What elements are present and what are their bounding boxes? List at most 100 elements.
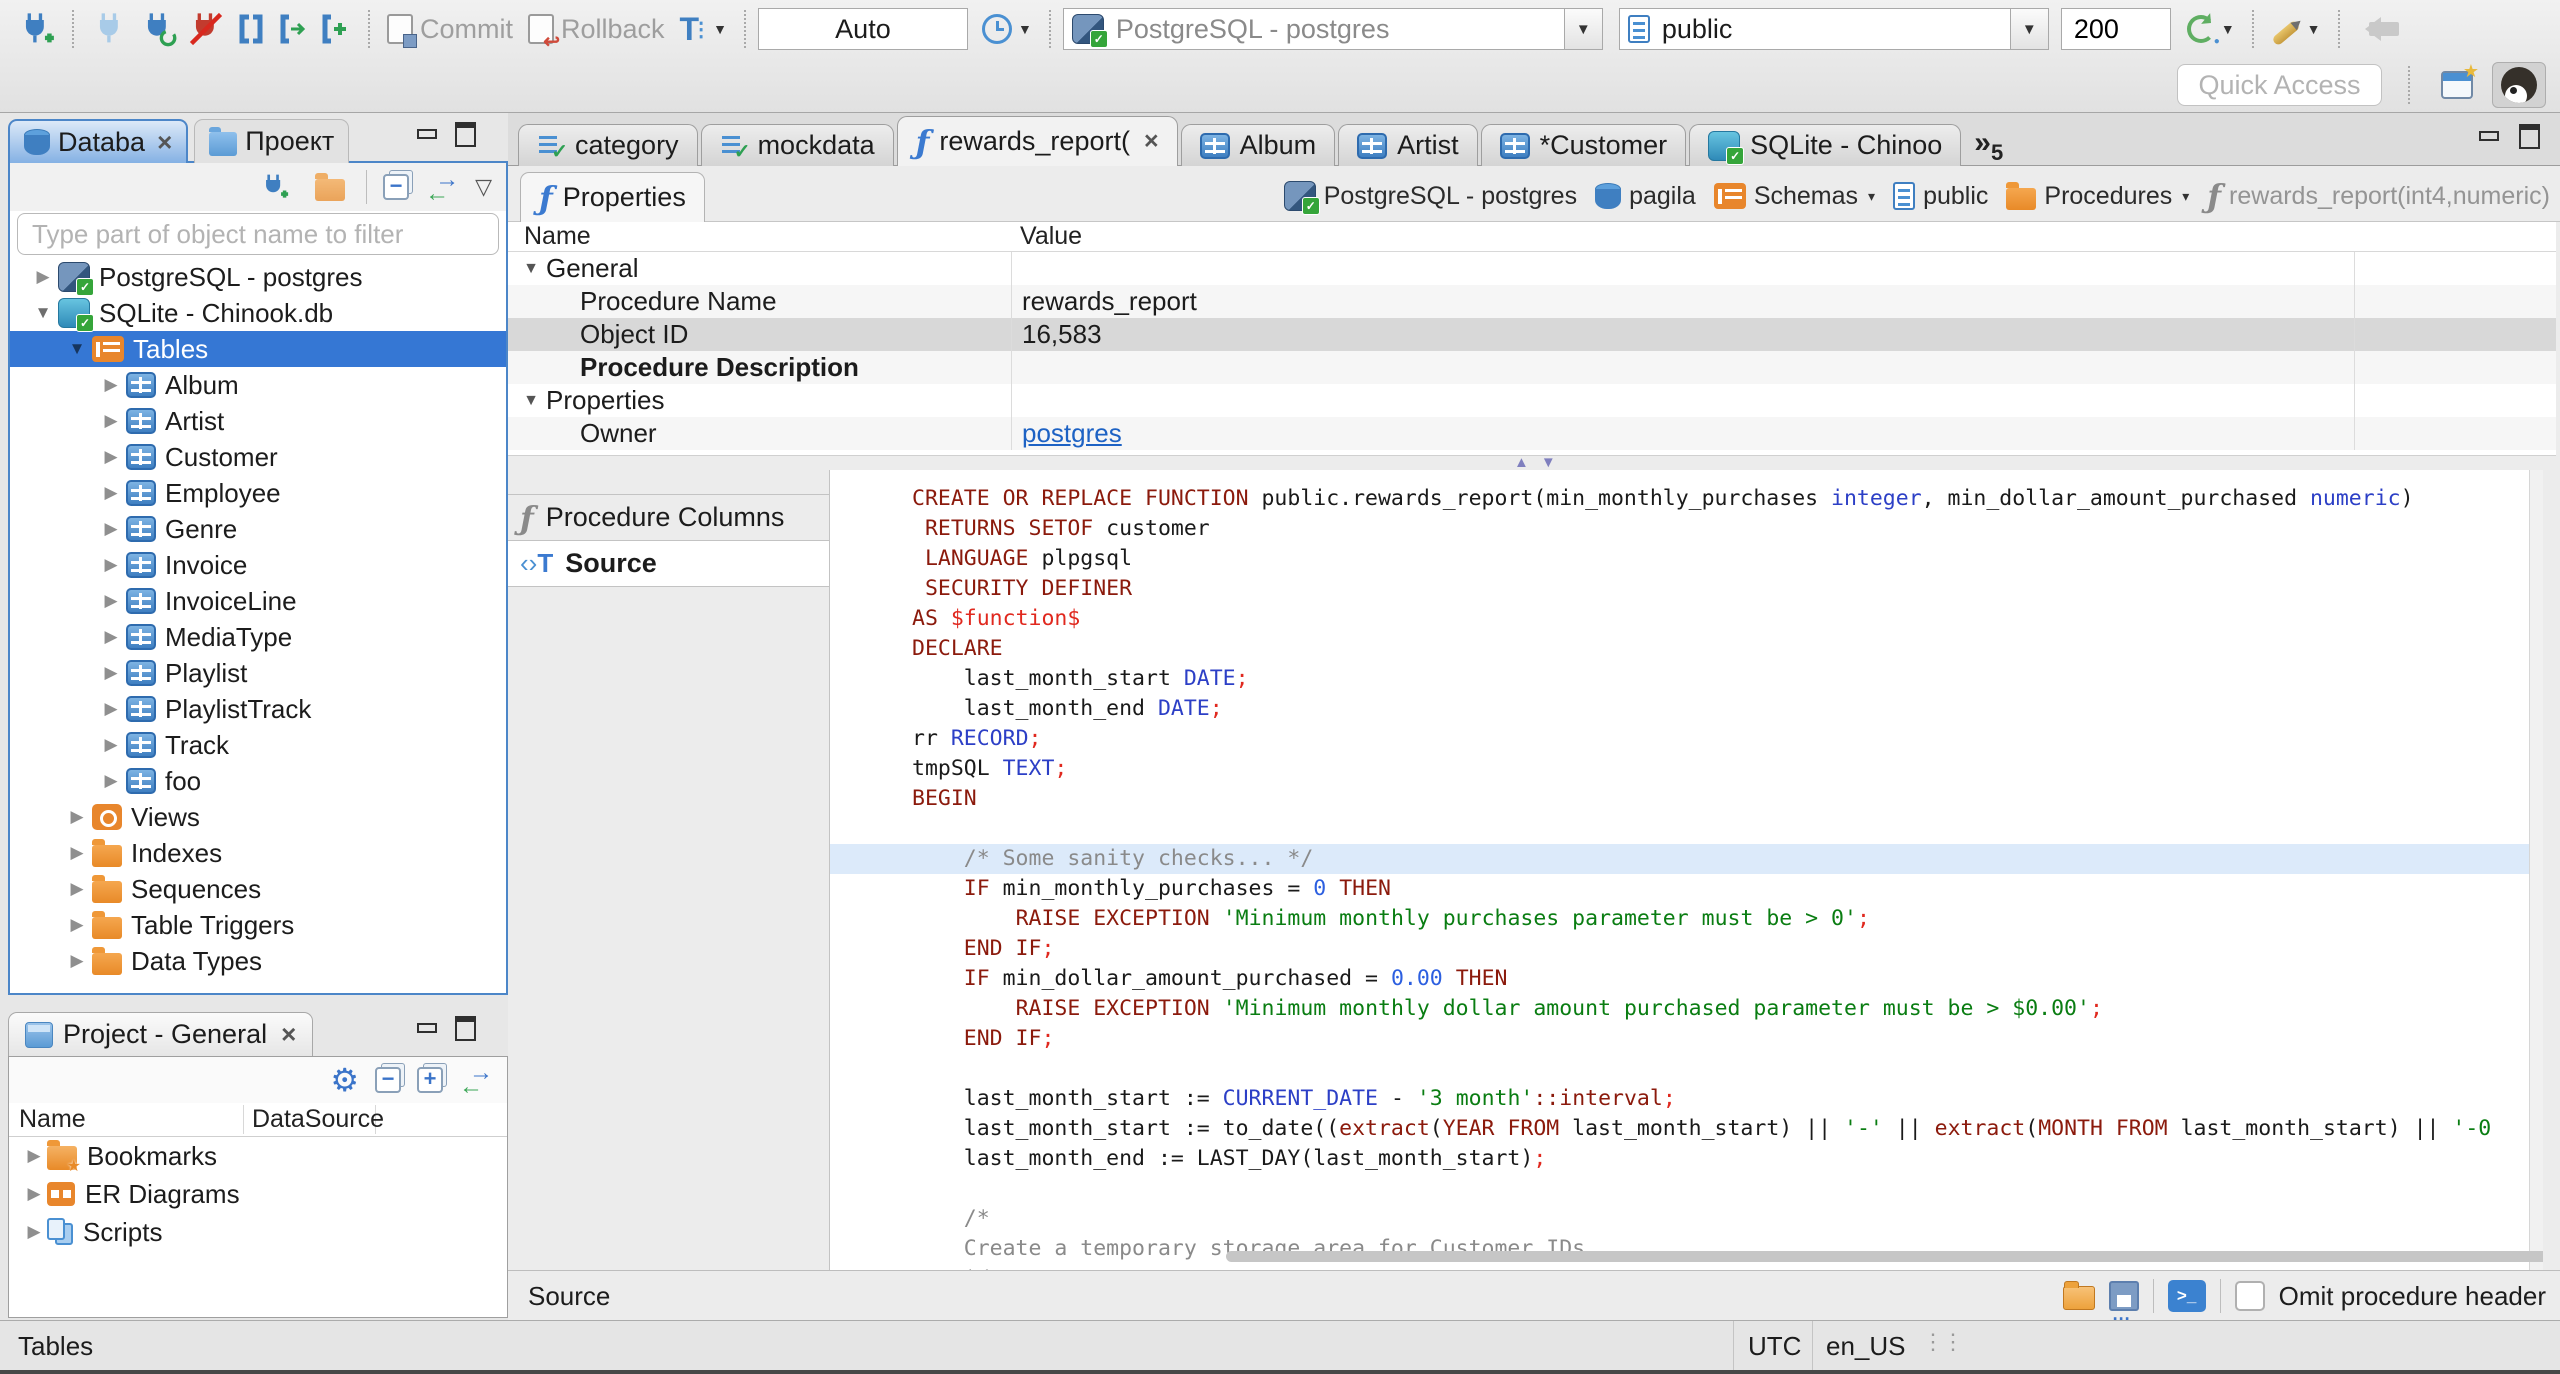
column-datasource[interactable]: DataSource [244,1105,384,1134]
code-line[interactable]: END IF; [830,934,2543,964]
chevron-right-icon[interactable]: ▶ [96,447,126,467]
chevron-right-icon[interactable]: ▶ [62,807,92,827]
chevron-right-icon[interactable]: ▶ [62,951,92,971]
connection-combo-arrow[interactable]: ▼ [1563,9,1602,49]
chevron-right-icon[interactable]: ▶ [62,879,92,899]
code-line[interactable] [830,1054,2543,1084]
schema-combo-arrow[interactable]: ▼ [2009,9,2048,49]
tree-item-foo[interactable]: ▶ foo [10,763,506,799]
tree-item-genre[interactable]: ▶ Genre [10,511,506,547]
disconnect-icon[interactable] [187,10,225,48]
link-with-editor-icon[interactable] [459,1059,493,1101]
project-item-er-diagrams[interactable]: ▶ ER Diagrams [9,1175,507,1213]
open-perspective-icon[interactable] [2441,61,2479,99]
source-code[interactable]: CREATE OR REPLACE FUNCTION public.reward… [830,484,2543,1270]
code-line[interactable]: CREATE OR REPLACE FUNCTION public.reward… [830,484,2543,514]
refresh-icon[interactable]: ▼ [2186,15,2235,47]
chevron-right-icon[interactable]: ▶ [96,627,126,647]
tree-item-track[interactable]: ▶ Track [10,727,506,763]
project-minimize-button[interactable] [412,1014,442,1042]
tree-item-sequences[interactable]: ▶ Sequences [10,871,506,907]
chevron-right-icon[interactable]: ▶ [96,771,126,791]
code-line[interactable]: last_month_end DATE; [830,694,2543,724]
code-line[interactable]: last_month_end := LAST_DAY(last_month_st… [830,1144,2543,1174]
code-line[interactable]: DECLARE [830,634,2543,664]
collapse-all-icon[interactable]: − [375,1067,401,1093]
navigator-filter-input[interactable] [17,213,499,255]
quick-access-input[interactable] [2177,64,2382,106]
collapse-all-icon[interactable]: − [383,174,410,200]
tree-item-data-types[interactable]: ▶ Data Types [10,943,506,979]
chevron-right-icon[interactable]: ▶ [62,915,92,935]
new-folder-icon[interactable] [315,172,346,201]
open-in-sql-console-icon[interactable]: >_ [2167,1280,2206,1312]
editor-maximize-button[interactable] [2514,122,2544,150]
expand-all-icon[interactable]: + [417,1067,443,1093]
column-name[interactable]: Name [9,1105,244,1134]
chevron-right-icon[interactable]: ▶ [21,1184,47,1204]
tree-item-employee[interactable]: ▶ Employee [10,475,506,511]
editor-tab-sqlite-chinoo[interactable]: SQLite - Chinoo [1689,124,1962,166]
property-row-procedure-name[interactable]: Procedure Name rewards_report [508,285,2556,318]
rollback-button[interactable]: Rollback [561,14,665,45]
chevron-down-icon[interactable]: ▼ [516,392,546,410]
tree-item-album[interactable]: ▶ Album [10,367,506,403]
chevron-right-icon[interactable]: ▶ [96,375,126,395]
chevron-right-icon[interactable]: ▶ [96,735,126,755]
code-line[interactable]: last_month_start := to_date((extract(YEA… [830,1114,2543,1144]
code-line[interactable]: AS $function$ [830,604,2543,634]
code-line[interactable]: RETURNS SETOF customer [830,514,2543,544]
close-icon[interactable]: × [281,1019,296,1050]
new-connection-icon[interactable] [17,10,55,48]
tree-item-sqlite-chinook-db[interactable]: ▼ SQLite - Chinook.db [10,295,506,332]
chevron-right-icon[interactable]: ▶ [21,1222,47,1242]
chevron-down-icon[interactable]: ▼ [62,339,92,359]
link-with-editor-icon[interactable] [425,166,459,208]
close-icon[interactable]: × [1144,127,1159,156]
code-line[interactable]: RAISE EXCEPTION 'Minimum monthly dollar … [830,994,2543,1024]
editor-tab-mockdata[interactable]: mockdata [700,124,894,166]
chevron-right-icon[interactable]: ▶ [96,519,126,539]
tab-projects[interactable]: Проект [194,119,350,163]
tree-item-customer[interactable]: ▶ Customer [10,439,506,475]
code-line[interactable]: IF min_monthly_purchases = 0 THEN [830,874,2543,904]
editor-tab-rewards-report-[interactable]: ƒ rewards_report(× [896,116,1178,166]
property-row-owner[interactable]: Owner postgres [508,417,2556,450]
tab-overflow-chevron[interactable]: » 5 [1964,122,2013,166]
chevron-right-icon[interactable]: ▶ [62,843,92,863]
tab-procedure-columns[interactable]: ƒ Procedure Columns [508,494,829,541]
project-item-scripts[interactable]: ▶ Scripts [9,1213,507,1251]
tab-database-navigator[interactable]: Databa × [8,119,189,163]
editor-tab-album[interactable]: Album [1180,124,1336,166]
sql-formatter-pen-icon[interactable]: ▼ [2270,19,2321,47]
fetch-size-input[interactable] [2060,8,2171,50]
code-line[interactable]: tmpSQL TEXT; [830,754,2543,784]
property-row-procedure-description[interactable]: Procedure Description [508,351,2556,384]
chevron-down-icon[interactable]: ▼ [28,303,58,323]
breadcrumb-item-procedures[interactable]: Procedures ▾ [2006,181,2189,211]
chevron-down-icon[interactable]: ▾ [2182,188,2189,205]
editor-tab--customer[interactable]: *Customer [1480,124,1687,166]
horizontal-scrollbar[interactable] [1226,1251,2543,1262]
commit-mode-combo[interactable]: Auto [757,8,968,50]
code-line[interactable]: /* Some sanity checks... */ [830,844,2543,874]
connect-icon[interactable] [91,10,129,48]
tab-source[interactable]: ‹›T Source [508,540,829,587]
breadcrumb-item-rewards-report-int4-numeric-[interactable]: ƒ rewards_report(int4,numeric) [2207,180,2550,212]
chevron-right-icon[interactable]: ▶ [96,411,126,431]
editor-minimize-button[interactable] [2474,122,2504,150]
status-locale[interactable]: en_US [1826,1331,1906,1362]
owner-link[interactable]: postgres [1022,418,1122,449]
breadcrumb-item-pagila[interactable]: pagila [1595,182,1696,211]
tree-item-views[interactable]: ▶ Views [10,799,506,835]
navigator-minimize-button[interactable] [412,120,442,148]
open-sql-script-icon[interactable] [277,12,309,46]
chevron-right-icon[interactable]: ▶ [96,591,126,611]
active-connection-combo[interactable]: PostgreSQL - postgres ▼ [1062,8,1603,50]
property-row-properties[interactable]: ▼ Properties [508,384,2556,417]
code-line[interactable]: LANGUAGE plpgsql [830,544,2543,574]
grid-column-name[interactable]: Name [508,222,1012,251]
new-sql-editor-icon[interactable] [319,12,351,46]
dbeaver-perspective-button[interactable] [2492,62,2546,108]
code-line[interactable]: /* [830,1204,2543,1234]
